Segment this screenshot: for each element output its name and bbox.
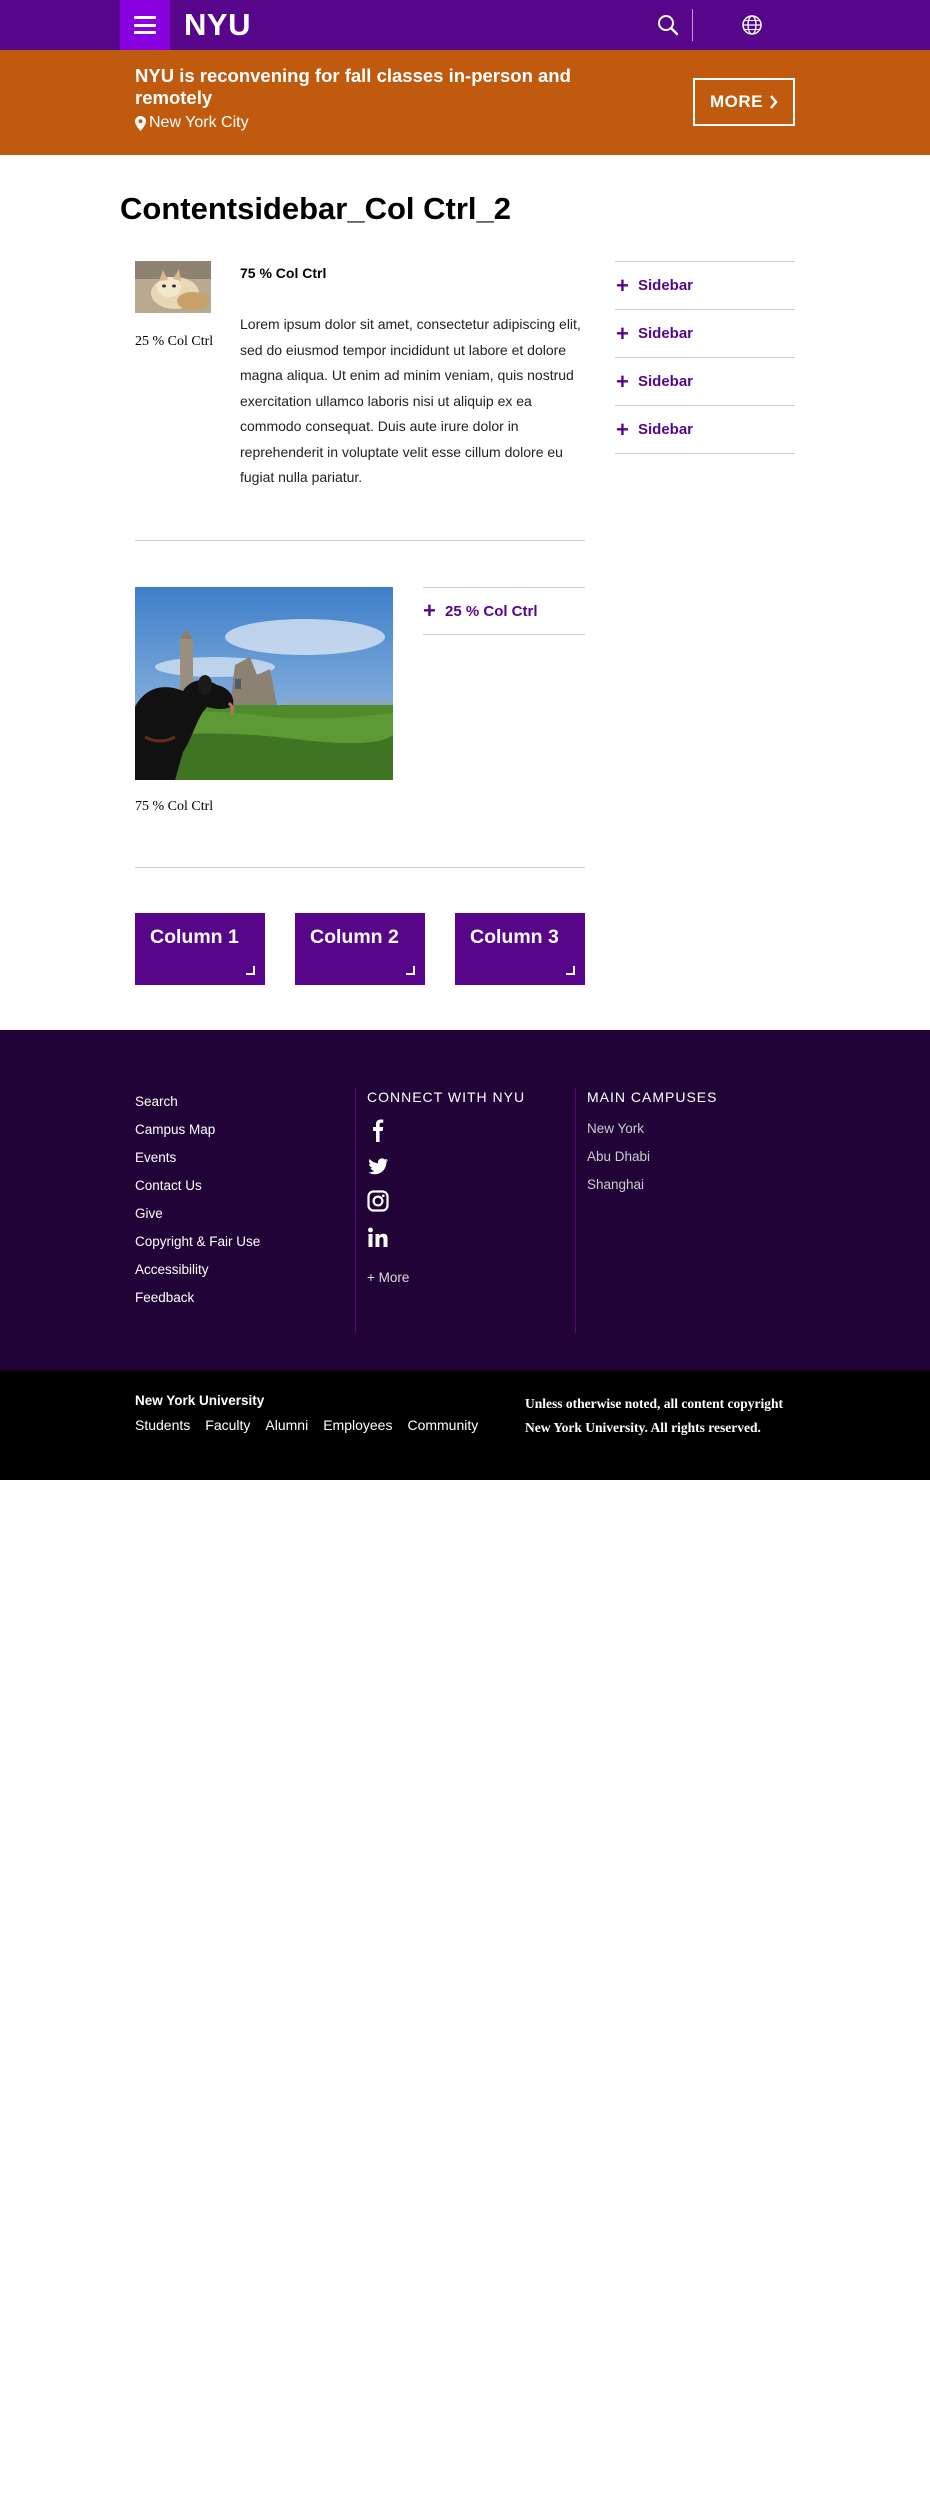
campuses-heading: MAIN CAMPUSES [587, 1089, 718, 1105]
nyu-logo[interactable]: NYU [184, 7, 251, 43]
top-navigation-bar: NYU [0, 0, 930, 50]
footer-link-accessibility[interactable]: Accessibility [135, 1261, 209, 1279]
audience-link-faculty[interactable]: Faculty [205, 1417, 250, 1433]
alert-location-text: New York City [149, 114, 249, 131]
menu-icon [134, 16, 156, 34]
campus-link-shanghai[interactable]: Shanghai [587, 1176, 644, 1194]
accordion-25-col[interactable]: + 25 % Col Ctrl [423, 587, 585, 635]
sidebar-item[interactable]: + Sidebar [615, 406, 795, 454]
footer-link-events[interactable]: Events [135, 1149, 176, 1167]
search-icon[interactable] [655, 12, 681, 38]
plus-icon: + [616, 416, 629, 442]
header-divider [692, 9, 693, 41]
footer-link-give[interactable]: Give [135, 1205, 163, 1223]
audience-link-alumni[interactable]: Alumni [265, 1417, 308, 1433]
column-tile-label: Column 3 [470, 926, 559, 948]
sidebar: + Sidebar + Sidebar + Sidebar + Sidebar [615, 261, 795, 454]
corner-arrow-icon [246, 966, 255, 975]
footer-link-copyright[interactable]: Copyright & Fair Use [135, 1233, 260, 1251]
copyright-notice: Unless otherwise noted, all content copy… [525, 1396, 783, 1435]
sidebar-item[interactable]: + Sidebar [615, 358, 795, 406]
connect-heading: CONNECT WITH NYU [367, 1089, 526, 1105]
column-tile-2[interactable]: Column 2 [295, 913, 425, 985]
location-pin-icon [135, 115, 146, 131]
divider [135, 867, 585, 868]
more-social-link[interactable]: + More [367, 1270, 409, 1285]
more-button[interactable]: MORE [693, 78, 795, 126]
sidebar-item[interactable]: + Sidebar [615, 262, 795, 310]
alert-banner: NYU is reconvening for fall classes in-p… [0, 50, 930, 155]
university-name: New York University [135, 1393, 265, 1408]
footer-divider [355, 1088, 356, 1333]
menu-button[interactable] [120, 0, 170, 50]
alert-location: New York City [135, 113, 249, 133]
footer-link-search[interactable]: Search [135, 1093, 178, 1111]
page-title: Contentsidebar_Col Ctrl_2 [120, 191, 512, 226]
column-heading-75: 75 % Col Ctrl [240, 265, 327, 281]
instagram-icon[interactable] [367, 1189, 389, 1213]
footer-link-contact-us[interactable]: Contact Us [135, 1177, 202, 1195]
audience-nav: Students Faculty Alumni Employees Commun… [135, 1417, 478, 1433]
body-text: Lorem ipsum dolor sit amet, consectetur … [240, 316, 581, 485]
audience-link-employees[interactable]: Employees [323, 1417, 392, 1433]
footer-link-campus-map[interactable]: Campus Map [135, 1121, 215, 1139]
globe-icon[interactable] [739, 12, 765, 38]
corner-arrow-icon [566, 966, 575, 975]
column-tile-label: Column 2 [310, 926, 399, 948]
plus-icon: + [616, 368, 629, 394]
sidebar-item-label: Sidebar [638, 373, 694, 390]
column-tile-3[interactable]: Column 3 [455, 913, 585, 985]
cat-thumbnail-image [135, 261, 211, 313]
plus-icon: + [616, 320, 629, 346]
accordion-label: 25 % Col Ctrl [445, 602, 538, 620]
audience-link-community[interactable]: Community [407, 1417, 478, 1433]
sidebar-item-label: Sidebar [638, 421, 694, 438]
footer-link-feedback[interactable]: Feedback [135, 1289, 194, 1307]
image-caption-75: 75 % Col Ctrl [135, 799, 214, 814]
corner-arrow-icon [406, 966, 415, 975]
twitter-icon[interactable] [367, 1154, 389, 1178]
column-tile-label: Column 1 [150, 926, 239, 948]
chevron-right-icon [770, 95, 778, 109]
footer-divider [575, 1088, 576, 1333]
site-footer [0, 1030, 930, 1370]
campus-link-abu-dhabi[interactable]: Abu Dhabi [587, 1148, 650, 1166]
audience-link-students[interactable]: Students [135, 1417, 190, 1433]
image-caption-25: 25 % Col Ctrl [135, 334, 214, 349]
alert-title: NYU is reconvening for fall classes in-p… [135, 65, 571, 108]
sidebar-item-label: Sidebar [638, 325, 694, 342]
facebook-icon[interactable] [367, 1118, 389, 1142]
dog-photo-image [135, 587, 393, 780]
plus-icon: + [423, 598, 436, 623]
plus-icon: + [616, 272, 629, 298]
divider [135, 540, 585, 541]
column-tile-1[interactable]: Column 1 [135, 913, 265, 985]
sidebar-item-label: Sidebar [638, 277, 694, 294]
more-button-label: MORE [710, 92, 763, 111]
sidebar-item[interactable]: + Sidebar [615, 310, 795, 358]
campus-link-new-york[interactable]: New York [587, 1120, 644, 1138]
linkedin-icon[interactable] [367, 1226, 389, 1250]
